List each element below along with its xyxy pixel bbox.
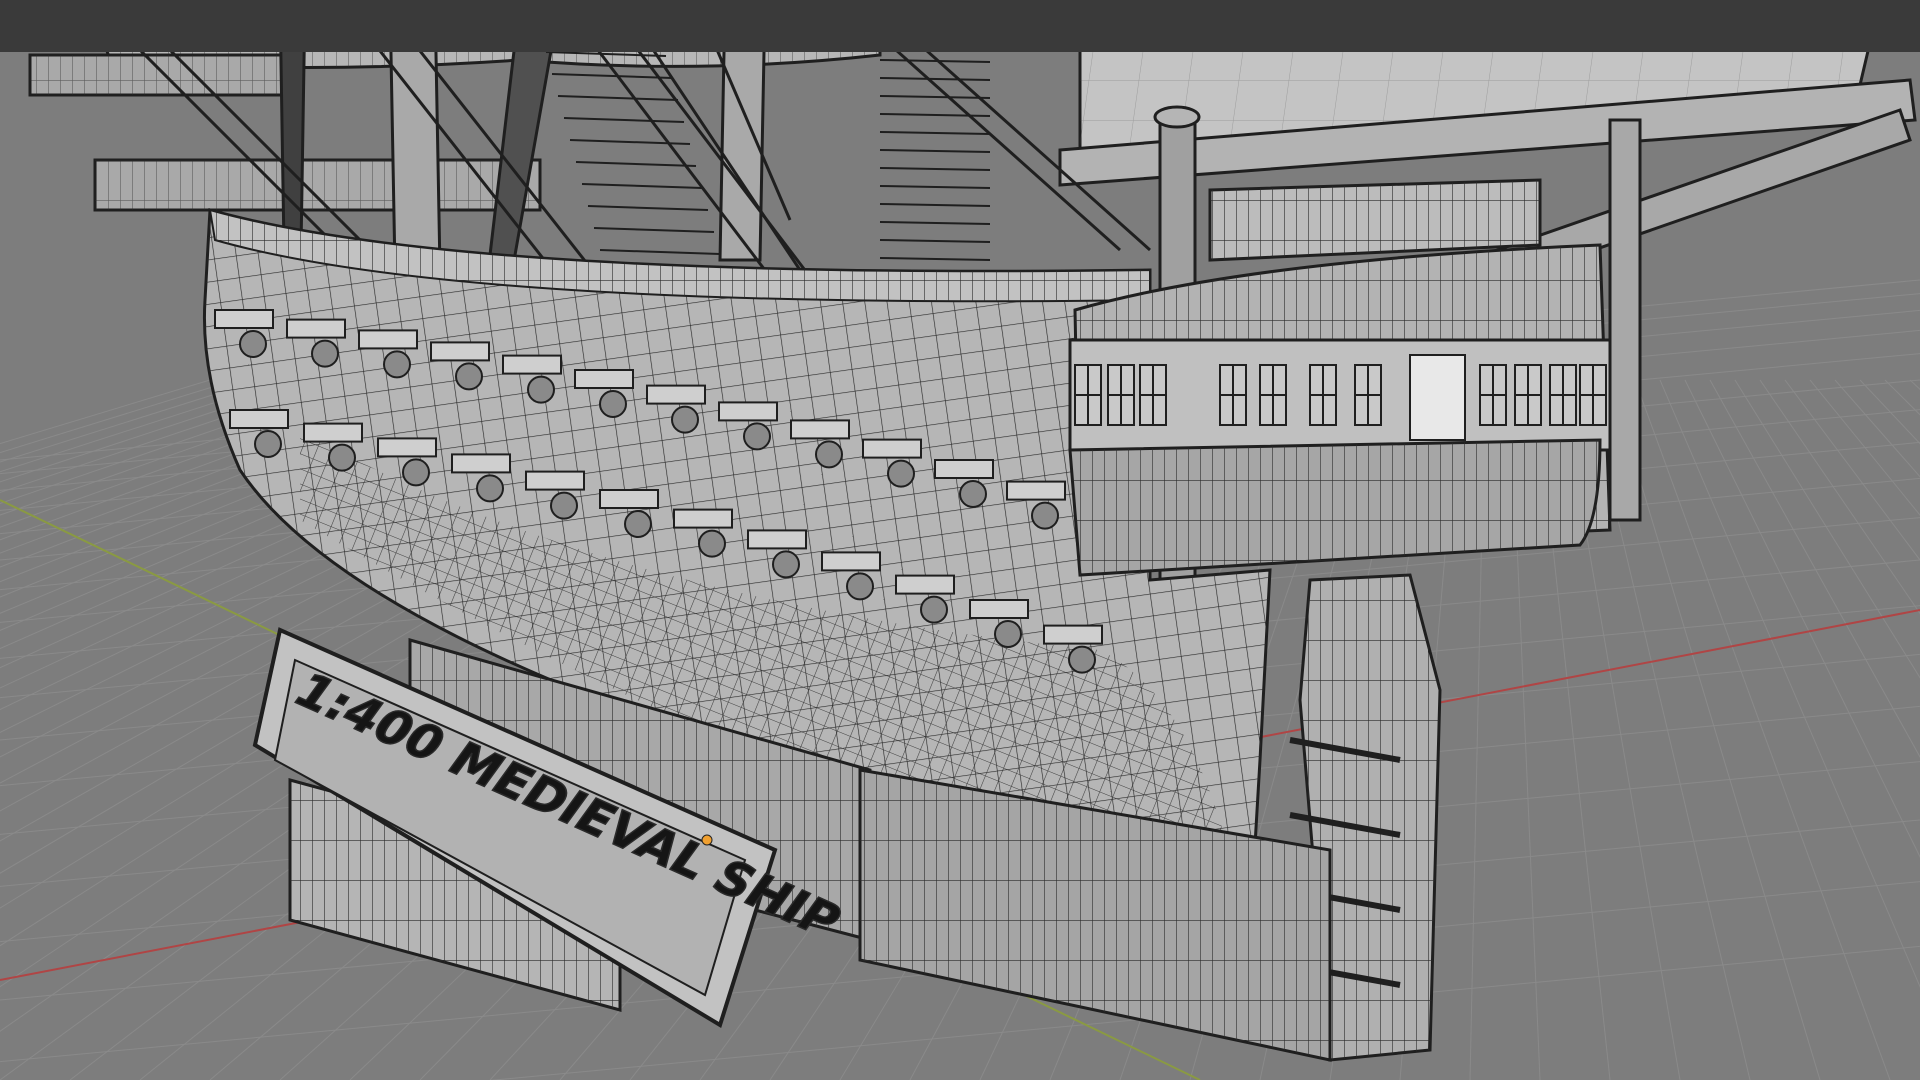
gun-port-lid <box>821 551 881 572</box>
cannon-muzzle <box>550 491 578 520</box>
gun-port-lid <box>1043 624 1103 645</box>
cannon-muzzle <box>920 595 948 624</box>
grid-line <box>1659 379 1920 988</box>
gun-port-lid <box>525 470 585 491</box>
cannon-muzzle <box>815 440 843 469</box>
ratline <box>879 113 991 117</box>
gun-port-lid <box>718 401 778 422</box>
ratline <box>551 73 673 79</box>
gun-port-lid <box>646 384 706 405</box>
ratline <box>575 161 697 167</box>
ratline <box>599 249 721 255</box>
cannon-muzzle <box>846 572 874 601</box>
ratline <box>557 95 679 101</box>
grid-line <box>0 379 261 463</box>
gun-port-lid <box>229 409 289 429</box>
gun-port-lid <box>574 369 634 389</box>
gun-port-lid <box>451 453 511 474</box>
ratline <box>879 203 991 207</box>
ratline <box>569 139 691 145</box>
grid-line <box>1684 379 1920 858</box>
origin-marker-icon[interactable] <box>701 834 713 846</box>
ratline <box>593 227 715 233</box>
gun-port-lid <box>430 341 490 362</box>
gun-port-lid <box>1006 480 1066 501</box>
ratline <box>563 117 685 123</box>
gun-port-lid <box>934 459 994 479</box>
gun-port-lid <box>895 574 955 595</box>
gun-port-lid <box>358 329 418 350</box>
cannon-muzzle <box>698 529 726 558</box>
ratline <box>879 185 991 189</box>
cannon-muzzle <box>1031 501 1059 530</box>
ratline <box>879 149 991 153</box>
ratline <box>879 59 991 63</box>
ratline <box>879 221 991 225</box>
cannon-muzzle <box>527 375 555 404</box>
gun-port-lid <box>377 437 437 458</box>
ratline <box>581 183 703 189</box>
cannon-muzzle <box>624 510 652 538</box>
ratline <box>879 131 991 135</box>
header-strip <box>0 0 1920 52</box>
cannon-muzzle <box>743 422 771 451</box>
cannon-muzzle <box>671 405 699 434</box>
cannon-muzzle <box>383 350 411 379</box>
cannon-muzzle <box>254 430 282 458</box>
cannon-muzzle <box>476 474 504 503</box>
cannon-muzzle <box>959 480 987 508</box>
cannon-muzzle <box>994 620 1022 648</box>
cannon-muzzle <box>455 362 483 391</box>
cannon-muzzle <box>772 550 800 579</box>
ratline <box>879 257 991 261</box>
cannon-muzzle <box>887 459 915 488</box>
grid-line <box>1809 379 1920 516</box>
gun-port-lid <box>673 508 733 529</box>
scene-canvas[interactable]: 1:400 MEDIEVAL SHIP <box>0 0 1920 1080</box>
gun-port-lid <box>303 422 363 443</box>
ratline <box>879 239 991 243</box>
cannon-muzzle <box>311 339 339 368</box>
grid-line <box>1859 379 1920 445</box>
gun-port-lid <box>502 354 562 375</box>
cannon-muzzle <box>239 330 267 358</box>
cannon-muzzle <box>1068 645 1096 674</box>
3d-viewport[interactable]: 1:400 MEDIEVAL SHIP <box>0 0 1920 1080</box>
gun-port-lid <box>286 318 346 339</box>
cannon-muzzle <box>328 443 356 472</box>
ratline <box>879 77 991 81</box>
gun-port-lid <box>969 599 1029 619</box>
gun-port-lid <box>790 419 850 440</box>
ratline <box>879 95 991 99</box>
gun-port-lid <box>214 309 274 329</box>
ratline <box>587 205 709 211</box>
cannon-muzzle <box>402 458 430 487</box>
ratline <box>879 167 991 171</box>
cannon-muzzle <box>599 390 627 418</box>
gun-port-lid <box>862 438 922 459</box>
gun-port-lid <box>599 489 659 509</box>
gun-port-lid <box>747 529 807 550</box>
grid-line <box>1709 379 1920 758</box>
